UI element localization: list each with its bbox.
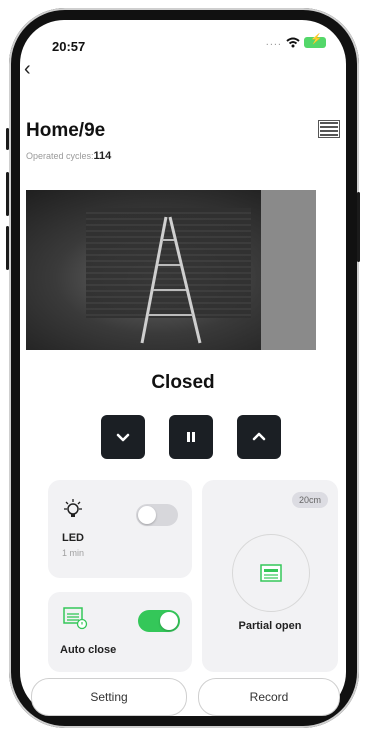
- setting-button[interactable]: Setting: [31, 678, 187, 716]
- battery-charging-icon: [304, 34, 326, 48]
- ladder-image: [140, 216, 202, 344]
- chevron-down-icon: [116, 433, 130, 442]
- pause-button[interactable]: [169, 415, 213, 459]
- mute-switch: [6, 128, 9, 150]
- auto-close-label: Auto close: [60, 644, 117, 656]
- lightbulb-icon: [64, 499, 82, 517]
- partial-open-label: Partial open: [238, 620, 302, 632]
- camera-feed: [26, 190, 316, 350]
- cycles-label: Operated cycles:: [26, 151, 94, 161]
- partial-height-badge: 20cm: [291, 492, 328, 508]
- status-bar: 20:57 ....: [20, 20, 346, 60]
- auto-close-card: Auto close: [48, 592, 192, 672]
- garage-door-list-icon[interactable]: [318, 120, 340, 138]
- open-button[interactable]: [237, 415, 281, 459]
- cycles-value: 114: [93, 150, 112, 162]
- garage-timer-icon: [63, 607, 88, 630]
- chevron-up-icon: [252, 432, 266, 441]
- door-state: Closed: [151, 372, 215, 393]
- auto-close-toggle[interactable]: [138, 610, 180, 632]
- home-indicator[interactable]: [133, 716, 233, 720]
- operated-cycles: Operated cycles:114: [26, 150, 111, 162]
- clock: 20:57: [52, 39, 86, 54]
- led-toggle[interactable]: [136, 504, 178, 526]
- partial-open-card[interactable]: 20cm Partial open: [202, 480, 338, 672]
- led-card: LED 1 min: [48, 480, 192, 578]
- volume-down-button: [6, 226, 9, 270]
- power-button: [357, 192, 360, 262]
- garage-door-icon: [260, 564, 282, 582]
- wifi-icon: [286, 37, 300, 47]
- close-button[interactable]: [101, 415, 145, 459]
- volume-up-button: [6, 172, 9, 216]
- signal-dots: ....: [265, 36, 282, 48]
- pause-icon: [187, 432, 195, 442]
- status-icons: ....: [265, 34, 326, 48]
- led-label: LED: [62, 532, 84, 544]
- record-button[interactable]: Record: [198, 678, 340, 716]
- back-chevron-icon[interactable]: ‹: [24, 58, 31, 81]
- partial-open-button[interactable]: [232, 534, 310, 612]
- page-title: Home/9e: [26, 120, 106, 141]
- led-duration: 1 min: [62, 548, 85, 558]
